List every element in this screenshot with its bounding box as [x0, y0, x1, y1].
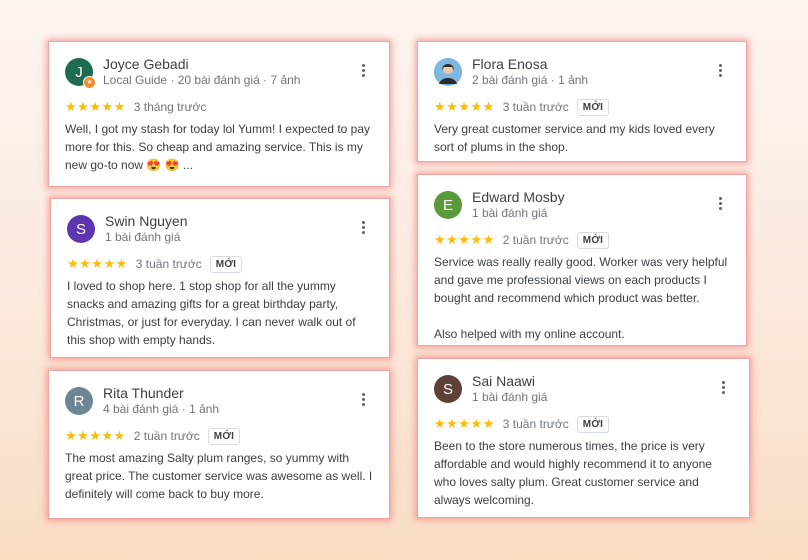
avatar[interactable]: S	[434, 375, 462, 403]
more-options-icon[interactable]	[713, 375, 733, 399]
new-badge: MỚI	[576, 98, 610, 116]
new-badge: MỚI	[576, 231, 610, 249]
star-rating: ★★★★★	[67, 256, 128, 271]
avatar[interactable]: R	[65, 387, 93, 415]
review-text: Very great customer service and my kids …	[434, 122, 715, 154]
reviewer-name[interactable]: Edward Mosby	[472, 189, 710, 206]
review-card: S Sai Naawi 1 bài đánh giá ★★★★★ 3 tuần …	[417, 358, 750, 518]
review-time: 3 tuần trước	[135, 257, 202, 271]
avatar[interactable]: E	[434, 191, 462, 219]
review-time: 3 tuần trước	[502, 417, 569, 431]
star-rating: ★★★★★	[65, 99, 126, 114]
more-options-icon[interactable]	[710, 58, 730, 82]
reviewer-name[interactable]: Joyce Gebadi	[103, 56, 353, 73]
reviewer-meta: 1 bài đánh giá	[105, 230, 181, 244]
review-text: Service was really really good. Worker w…	[434, 255, 728, 341]
avatar[interactable]: J ★	[65, 58, 96, 89]
more-options-icon[interactable]	[353, 215, 373, 239]
new-badge: MỚI	[207, 427, 241, 445]
reviewer-name[interactable]: Swin Nguyen	[105, 213, 353, 230]
more-options-icon[interactable]	[710, 191, 730, 215]
reviewer-meta: 1 bài đánh giá	[472, 206, 548, 220]
review-text: The most amazing Salty plum ranges, so y…	[65, 451, 373, 501]
reviewer-name[interactable]: Flora Enosa	[472, 56, 710, 73]
star-rating: ★★★★★	[434, 232, 495, 247]
review-time: 2 tuần trước	[502, 233, 569, 247]
avatar[interactable]	[434, 58, 462, 86]
review-time: 3 tháng trước	[133, 100, 207, 114]
review-card: E Edward Mosby 1 bài đánh giá ★★★★★ 2 tu…	[417, 174, 747, 346]
review-text: Well, I got my stash for today lol Yumm!…	[65, 122, 371, 172]
profile-photo-icon	[434, 58, 462, 86]
reviewer-name[interactable]: Sai Naawi	[472, 373, 713, 390]
new-badge: MỚI	[576, 415, 610, 433]
star-rating: ★★★★★	[434, 99, 495, 114]
reviewer-meta: 1 bài đánh giá	[472, 390, 548, 404]
review-card: J ★ Joyce Gebadi Local Guide · 20 bài đá…	[48, 41, 390, 187]
more-options-icon[interactable]	[353, 58, 373, 82]
new-badge: MỚI	[209, 255, 243, 273]
avatar[interactable]: S	[67, 215, 95, 243]
review-text: I loved to shop here. 1 stop shop for al…	[67, 279, 356, 347]
review-card: R Rita Thunder 4 bài đánh giá · 1 ảnh ★★…	[48, 370, 390, 519]
more-options-icon[interactable]	[353, 387, 373, 411]
review-text: Been to the store numerous times, the pr…	[434, 439, 712, 507]
review-card: Flora Enosa 2 bài đánh giá · 1 ảnh ★★★★★…	[417, 41, 747, 162]
review-card: S Swin Nguyen 1 bài đánh giá ★★★★★ 3 tuầ…	[50, 198, 390, 358]
local-guide-badge-icon: ★	[83, 76, 96, 89]
star-rating: ★★★★★	[434, 416, 495, 431]
review-time: 2 tuần trước	[133, 429, 200, 443]
review-time: 3 tuần trước	[502, 100, 569, 114]
reviewer-meta: Local Guide · 20 bài đánh giá · 7 ảnh	[103, 73, 301, 87]
reviewer-meta: 2 bài đánh giá · 1 ảnh	[472, 73, 589, 87]
reviewer-name[interactable]: Rita Thunder	[103, 385, 353, 402]
reviewer-meta: 4 bài đánh giá · 1 ảnh	[103, 402, 220, 416]
star-rating: ★★★★★	[65, 428, 126, 443]
